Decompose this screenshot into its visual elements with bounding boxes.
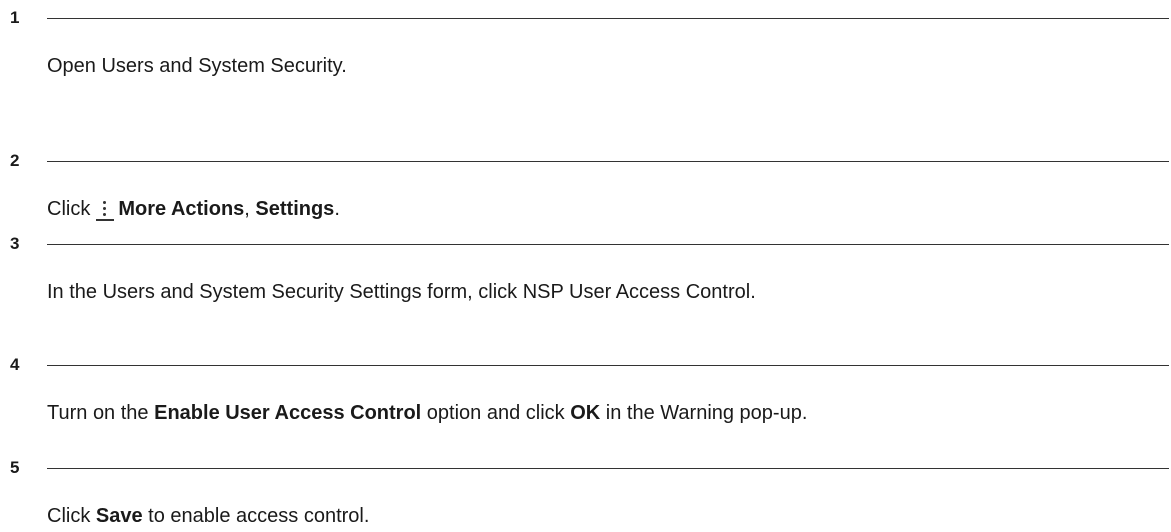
step-header: 5	[0, 458, 1171, 478]
save-label: Save	[95, 505, 143, 527]
step-divider	[47, 18, 1169, 19]
step-divider	[47, 468, 1169, 469]
step-divider	[47, 161, 1169, 162]
step-divider	[47, 365, 1169, 366]
more-actions-label: More Actions	[118, 198, 245, 220]
step-text-suffix: in the Warning pop-up.	[600, 402, 808, 424]
step-header: 3	[0, 234, 1171, 254]
step-text: Open Users and System Security.	[47, 55, 347, 77]
step-number: 3	[10, 234, 20, 253]
ok-label: OK	[570, 402, 601, 424]
step-text-prefix: Click	[47, 505, 96, 527]
step-text-prefix: Click	[47, 198, 91, 220]
step-text-middle: option and click	[421, 402, 571, 424]
step-text-suffix: to enable access control.	[142, 505, 370, 527]
settings-label: Settings	[255, 198, 335, 220]
step-instruction: Click Save to enable access control.	[47, 504, 369, 528]
step-text-separator: ,	[244, 198, 256, 220]
step-instruction: Open Users and System Security.	[47, 54, 347, 78]
step-number: 4	[10, 355, 20, 374]
step-instruction: In the Users and System Security Setting…	[47, 280, 756, 304]
step-divider	[47, 244, 1169, 245]
enable-user-access-control-label: Enable User Access Control	[154, 402, 422, 424]
step-instruction: Click More Actions, Settings.	[47, 197, 340, 221]
step-number: 5	[10, 458, 20, 477]
step-number: 2	[10, 151, 20, 170]
step-instruction: Turn on the Enable User Access Control o…	[47, 401, 807, 425]
step-text: In the Users and System Security Setting…	[47, 281, 756, 303]
step-header: 4	[0, 355, 1171, 375]
step-text-prefix: Turn on the	[47, 402, 155, 424]
step-header: 2	[0, 151, 1171, 171]
step-number: 1	[10, 8, 20, 27]
step-text-suffix: .	[334, 198, 340, 220]
step-header: 1	[0, 8, 1171, 28]
more-actions-kebab-icon	[96, 197, 115, 221]
